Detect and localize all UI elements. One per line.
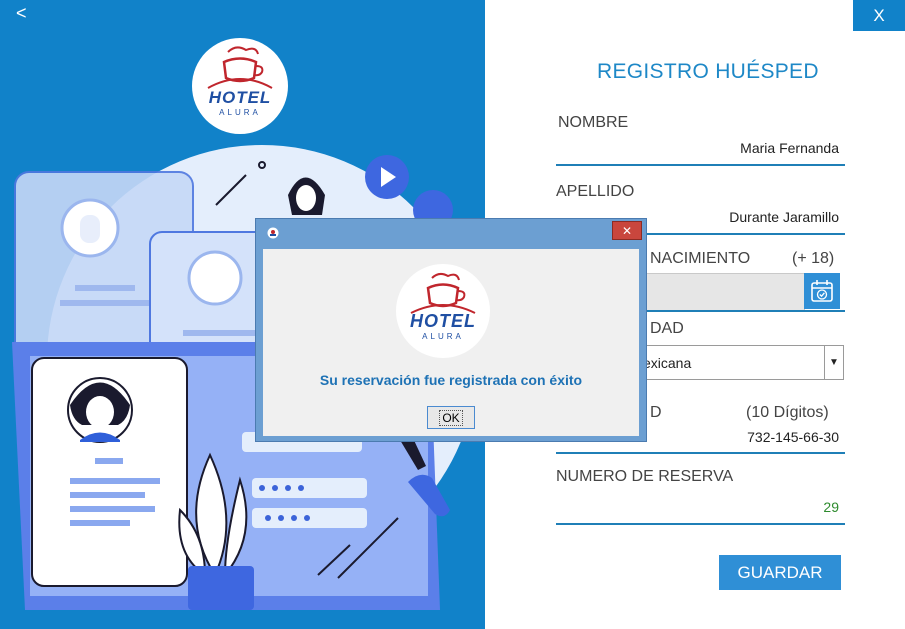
nacimiento-label: NACIMIENTO — [650, 250, 751, 267]
dialog-close-button[interactable]: ✕ — [612, 221, 642, 240]
nacionalidad-value: exicana — [643, 355, 692, 371]
chevron-down-icon[interactable]: ▼ — [824, 346, 843, 379]
nacimiento-hint: (+ 18) — [792, 250, 835, 267]
telefono-underline — [556, 452, 845, 454]
telefono-label: D — [650, 404, 662, 421]
nacionalidad-label: DAD — [650, 320, 684, 337]
reserva-label: NUMERO DE RESERVA — [556, 468, 734, 485]
apellido-label: APELLIDO — [556, 183, 635, 200]
nombre-underline — [556, 164, 845, 166]
dialog-logo-subtext: ALURA — [422, 332, 464, 341]
reserva-underline — [556, 523, 845, 525]
calendar-button[interactable] — [804, 273, 840, 309]
calendar-icon — [811, 280, 833, 302]
app-icon — [267, 227, 279, 239]
ok-button[interactable]: OK — [427, 406, 475, 429]
back-button[interactable]: < — [16, 3, 27, 24]
window-close-button[interactable]: X — [853, 0, 905, 31]
nombre-label: NOMBRE — [558, 114, 629, 131]
dialog-body: HOTEL ALURA Su reservación fue registrad… — [263, 249, 639, 436]
telefono-hint: (10 Dígitos) — [746, 404, 829, 421]
logo-subtext: ALURA — [219, 108, 261, 117]
dialog-message: Su reservación fue registrada con éxito — [319, 372, 583, 388]
logo-text: HOTEL — [208, 88, 272, 107]
nombre-field[interactable]: Maria Fernanda — [600, 140, 839, 156]
ok-label: OK — [439, 409, 463, 426]
confirmation-dialog: ✕ HOTEL ALURA Su reservación fue registr… — [255, 218, 647, 442]
reserva-field: 29 — [823, 499, 839, 515]
dialog-logo-text: HOTEL — [410, 311, 476, 331]
page-title: REGISTRO HUÉSPED — [597, 60, 819, 83]
guardar-button[interactable]: GUARDAR — [719, 555, 841, 590]
